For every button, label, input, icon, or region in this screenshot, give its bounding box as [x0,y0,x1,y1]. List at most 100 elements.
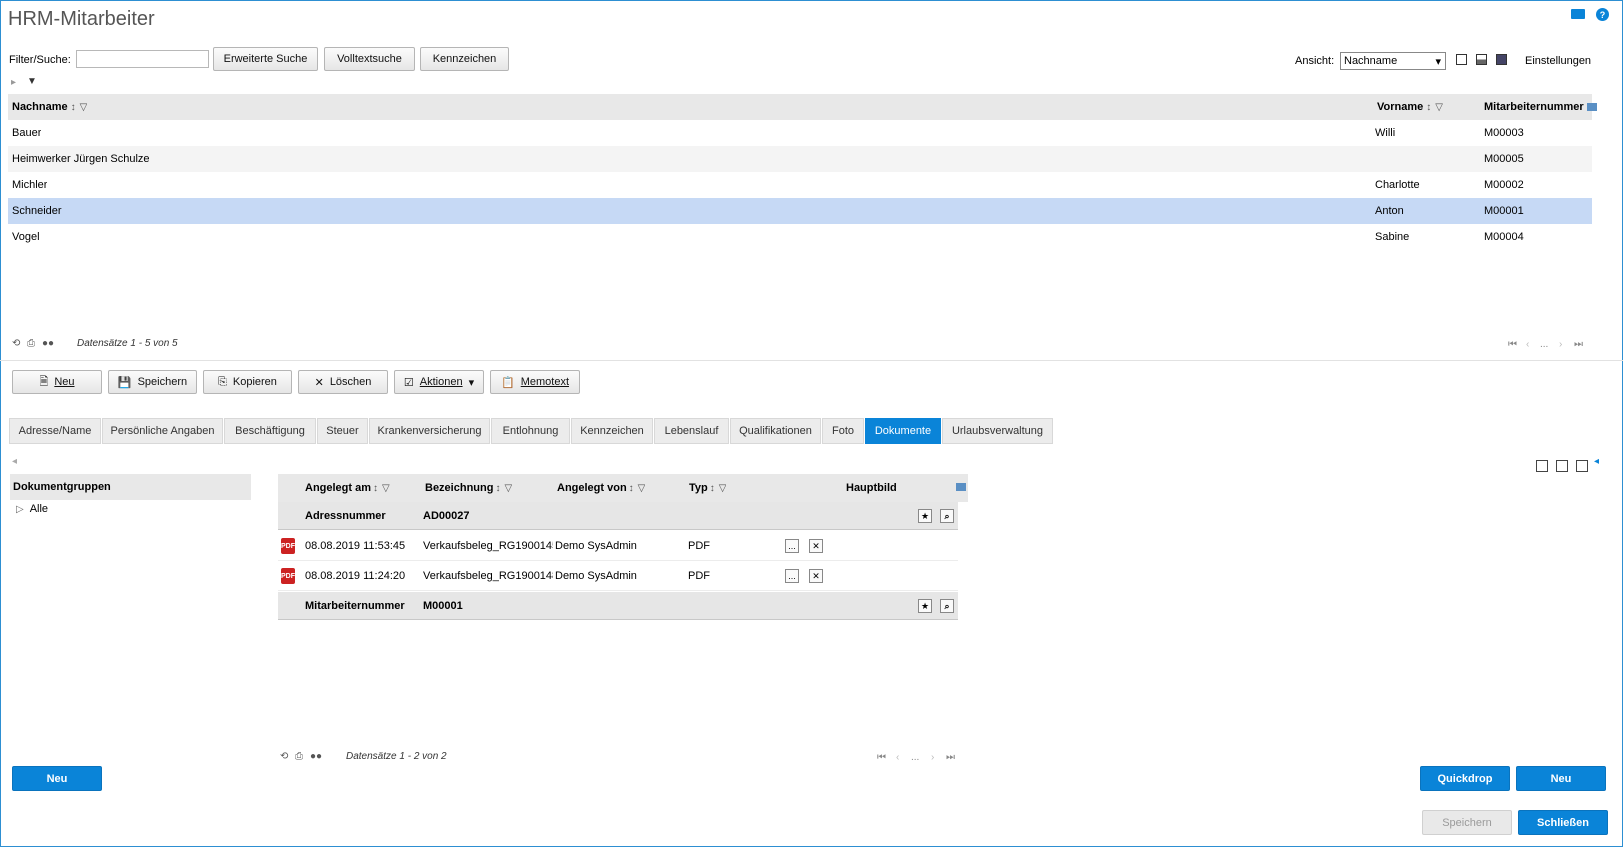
memotext-button[interactable]: 📋 Memotext [490,370,580,394]
filter-icon[interactable]: ▽ [719,483,727,494]
tab-qualifikationen[interactable]: Qualifikationen [730,418,821,444]
help-icon[interactable]: ? [1596,8,1609,21]
sort-icon[interactable]: ↕ [373,483,378,494]
actions-button[interactable]: ☑ Aktionen ▾ [394,370,484,394]
tab-kennzeichen[interactable]: Kennzeichen [571,418,653,444]
layout-full-icon[interactable] [1496,54,1507,65]
fulltext-search-button[interactable]: Volltextsuche [324,47,415,71]
sort-icon[interactable]: ↕ [1426,102,1431,113]
filter-active-icon[interactable]: ▼ [27,76,37,87]
tab-persoenliche-angaben[interactable]: Persönliche Angaben [102,418,223,444]
refresh-icon[interactable]: ⟲ [12,338,20,349]
sort-icon[interactable]: ↕ [629,483,634,494]
group-row-adressnummer[interactable]: Adressnummer AD00027 ★ ⌕ [278,502,958,530]
delete-button[interactable]: ✕ Löschen [298,370,388,394]
group-value: AD00027 [423,510,470,522]
col-nummer-header[interactable]: Mitarbeiternummer [1484,94,1597,120]
prev-page-icon[interactable]: ‹ [896,752,899,763]
table-row[interactable]: Bauer Willi M00003 [8,120,1592,146]
tab-adresse-name[interactable]: Adresse/Name [9,418,101,444]
tab-lebenslauf[interactable]: Lebenslauf [654,418,729,444]
tab-entlohnung[interactable]: Entlohnung [491,418,570,444]
save-disabled-button[interactable]: Speichern [1422,810,1512,835]
close-button[interactable]: Schließen [1518,810,1608,835]
document-row[interactable]: PDF 08.08.2019 11:53:45 Verkaufsbeleg_RG… [278,531,958,561]
col-vorname-header[interactable]: Vorname ↕ ▽ [1377,94,1443,120]
tree-item-alle[interactable]: ▷ Alle [16,503,48,515]
col-angelegt-am-header[interactable]: Angelegt am ↕ ▽ [305,474,390,502]
refresh-icon[interactable]: ⟲ [280,751,288,762]
collapse-left-icon[interactable]: ◂ [12,456,17,467]
column-chooser-icon[interactable] [956,483,966,491]
collapse-right-icon[interactable]: ◂ [1594,456,1599,467]
last-page-icon[interactable]: ⏭ [946,752,955,763]
group-row-mitarbeiternummer[interactable]: Mitarbeiternummer M00001 ★ ⌕ [278,592,958,620]
prev-page-icon[interactable]: ‹ [1526,339,1529,350]
panel-layout-icon[interactable] [1536,460,1548,472]
pin-icon[interactable]: ★ [918,599,932,613]
filter-input[interactable] [76,50,209,68]
edit-button[interactable]: ... [785,539,799,553]
tab-dokumente[interactable]: Dokumente [865,418,941,444]
quickdrop-button[interactable]: Quickdrop [1420,766,1510,791]
print-icon[interactable]: ⎙ [295,751,303,762]
view-select[interactable]: Nachname ▾ [1340,52,1446,70]
filter-icon[interactable]: ▽ [638,483,646,494]
table-row-selected[interactable]: Schneider Anton M00001 [8,198,1592,224]
flags-button[interactable]: Kennzeichen [420,47,509,71]
advanced-search-button[interactable]: Erweiterte Suche [213,47,318,71]
documents-record-count: Datensätze 1 - 2 von 2 [346,751,447,762]
tab-foto[interactable]: Foto [822,418,864,444]
table-row[interactable]: Heimwerker Jürgen Schulze M00005 [8,146,1592,172]
col-typ-header[interactable]: Typ ↕ ▽ [689,474,726,502]
tab-urlaubsverwaltung[interactable]: Urlaubsverwaltung [942,418,1053,444]
pdf-icon: PDF [281,568,295,584]
sort-icon[interactable]: ↕ [71,102,76,113]
search-icon[interactable]: ⌕ [940,599,954,613]
new-button[interactable]: 🗎 Neu [12,370,102,394]
settings-link[interactable]: Einstellungen [1525,55,1591,67]
first-page-icon[interactable]: ⏮ [877,752,886,763]
tab-krankenversicherung[interactable]: Krankenversicherung [369,418,490,444]
filter-icon[interactable]: ▽ [382,483,390,494]
col-nachname-header[interactable]: Nachname ↕ ▽ [12,94,87,120]
sort-icon[interactable]: ↕ [710,483,715,494]
print-icon[interactable]: ⎙ [27,338,35,349]
edit-button[interactable]: ... [785,569,799,583]
search-icon[interactable]: ⌕ [940,509,954,523]
column-chooser-icon[interactable] [1586,103,1597,111]
tab-beschaeftigung[interactable]: Beschäftigung [224,418,316,444]
new-group-button[interactable]: Neu [12,766,102,791]
layout-split-icon[interactable] [1476,54,1487,65]
panel-save-icon[interactable] [1556,460,1568,472]
delete-icon[interactable]: ✕ [809,539,823,553]
col-hauptbild-header[interactable]: Hauptbild [846,474,897,502]
panel-split-icon[interactable] [1576,460,1588,472]
filter-icon[interactable]: ▽ [1435,102,1443,113]
columns-toggle-icon[interactable]: ●● [42,338,54,349]
document-row[interactable]: PDF 08.08.2019 11:24:20 Verkaufsbeleg_RG… [278,561,958,591]
col-bezeichnung-header[interactable]: Bezeichnung ↕ ▽ [425,474,512,502]
table-row[interactable]: Michler Charlotte M00002 [8,172,1592,198]
first-page-icon[interactable]: ⏮ [1508,339,1517,350]
delete-icon[interactable]: ✕ [809,569,823,583]
filter-icon[interactable]: ▽ [504,483,512,494]
cell-vorname: Sabine [1375,231,1410,243]
sort-icon[interactable]: ↕ [495,483,500,494]
tab-steuer[interactable]: Steuer [317,418,368,444]
next-page-icon[interactable]: › [1559,339,1562,350]
mail-icon[interactable] [1571,9,1585,19]
last-page-icon[interactable]: ⏭ [1574,339,1583,350]
save-button[interactable]: 💾 Speichern [108,370,197,394]
table-row[interactable]: Vogel Sabine M00004 [8,224,1592,250]
columns-toggle-icon[interactable]: ●● [310,751,322,762]
col-angelegt-von-header[interactable]: Angelegt von ↕ ▽ [557,474,645,502]
expand-arrow-icon[interactable]: ▸ [11,77,16,88]
filter-icon[interactable]: ▽ [80,102,88,113]
new-document-button[interactable]: Neu [1516,766,1606,791]
layout-single-icon[interactable] [1456,54,1467,65]
next-page-icon[interactable]: › [931,752,934,763]
copy-button[interactable]: ⎘ Kopieren [203,370,292,394]
tree-expand-icon[interactable]: ▷ [16,504,24,515]
pin-icon[interactable]: ★ [918,509,932,523]
